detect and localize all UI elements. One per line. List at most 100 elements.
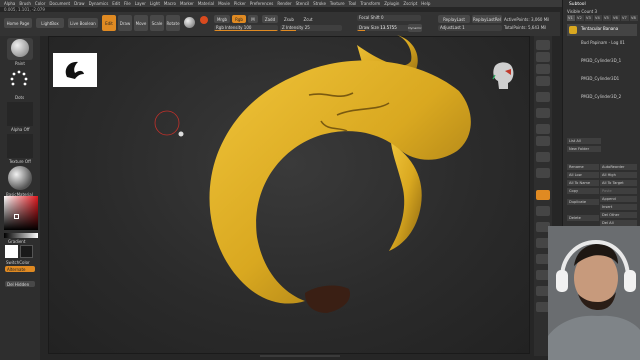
zcut-button[interactable]: Zcut bbox=[300, 15, 316, 23]
menu-item-help[interactable]: Help bbox=[421, 1, 430, 6]
shelf-button-bpr[interactable] bbox=[536, 40, 550, 50]
home-page-button[interactable]: Home Page bbox=[4, 18, 32, 28]
menu-item-alpha[interactable]: Alpha bbox=[4, 1, 15, 6]
draw-button[interactable]: Draw bbox=[118, 15, 132, 31]
menu-item-draw[interactable]: Draw bbox=[74, 1, 84, 6]
brush-thumbnail[interactable] bbox=[7, 38, 33, 60]
menu-item-dynamics[interactable]: Dynamics bbox=[89, 1, 109, 6]
rename-button[interactable]: Rename bbox=[567, 164, 599, 170]
insert-button[interactable]: Insert bbox=[600, 204, 637, 210]
subtool-item[interactable]: PM3D_Cylinder3D_2 bbox=[567, 94, 637, 104]
color-picker[interactable] bbox=[4, 196, 38, 230]
subtool-title[interactable]: Subtool bbox=[569, 2, 586, 7]
zsub-button[interactable]: Zsub bbox=[281, 15, 297, 23]
switch-color-button[interactable]: SwitchColor bbox=[6, 260, 30, 265]
subtool-slot-v2[interactable]: V2 bbox=[576, 15, 584, 21]
color-swatch-icon[interactable] bbox=[200, 16, 208, 24]
shelf-button-move[interactable] bbox=[536, 206, 550, 216]
menu-item-texture[interactable]: Texture bbox=[330, 1, 345, 6]
live-boolean-button[interactable]: Live Boolean bbox=[68, 18, 98, 28]
stroke-thumbnail[interactable] bbox=[8, 69, 32, 93]
menu-item-zscript[interactable]: Zscript bbox=[403, 1, 417, 6]
menu-item-color[interactable]: Color bbox=[35, 1, 45, 6]
list-all-button[interactable]: List All bbox=[567, 138, 601, 144]
menu-item-light[interactable]: Light bbox=[150, 1, 160, 6]
banana-model[interactable] bbox=[177, 31, 487, 323]
focal-shift-slider[interactable]: Focal Shift 0 bbox=[357, 15, 421, 21]
canvas-scroll-indicator[interactable] bbox=[260, 354, 340, 358]
duplicate-button[interactable]: Duplicate bbox=[567, 199, 599, 205]
menu-item-document[interactable]: Document bbox=[49, 1, 70, 6]
material-sphere[interactable] bbox=[8, 166, 32, 190]
delete-button[interactable]: Delete bbox=[567, 215, 599, 221]
menu-item-render[interactable]: Render bbox=[277, 1, 291, 6]
rgb-button[interactable]: Rgb bbox=[232, 15, 246, 23]
menu-item-picker[interactable]: Picker bbox=[234, 1, 246, 6]
subtool-item[interactable]: PM3D_Cylinder3D1 bbox=[567, 76, 637, 86]
subtool-item[interactable]: PM3D_Cylinder3D_1 bbox=[567, 58, 637, 68]
zadd-button[interactable]: Zadd bbox=[262, 15, 278, 23]
shelf-button-spix[interactable] bbox=[536, 52, 550, 62]
navigation-head[interactable] bbox=[489, 59, 517, 93]
menu-item-layer[interactable]: Layer bbox=[135, 1, 146, 6]
copy-button[interactable]: Copy bbox=[567, 188, 599, 194]
subtool-slot-v3[interactable]: V3 bbox=[585, 15, 593, 21]
shelf-button-xyz[interactable] bbox=[536, 168, 550, 178]
mrgb-button[interactable]: Mrgb bbox=[214, 15, 230, 23]
document-canvas[interactable] bbox=[48, 35, 530, 354]
shelf-button-actual[interactable] bbox=[536, 76, 550, 86]
subtool-slot-v8[interactable]: V8 bbox=[630, 15, 638, 21]
replay-last-rel-button[interactable]: ReplayLastRel bbox=[472, 15, 502, 23]
menu-item-marker[interactable]: Marker bbox=[180, 1, 194, 6]
menu-item-edit[interactable]: Edit bbox=[112, 1, 120, 6]
shelf-button-local[interactable] bbox=[536, 136, 550, 146]
texture-thumbnail[interactable] bbox=[7, 134, 33, 158]
subtool-slot-v1[interactable]: V1 bbox=[567, 15, 575, 21]
append-button[interactable]: Append bbox=[600, 196, 637, 202]
menu-item-stencil[interactable]: Stencil bbox=[296, 1, 310, 6]
menu-item-movie[interactable]: Movie bbox=[218, 1, 230, 6]
subtool-slot-v7[interactable]: V7 bbox=[621, 15, 629, 21]
auto-reorder-button[interactable]: AutoReorder bbox=[600, 164, 637, 170]
shelf-button-aahalf[interactable] bbox=[536, 92, 550, 102]
material-sphere-icon[interactable] bbox=[184, 17, 195, 28]
del-hidden-button[interactable]: Del Hidden bbox=[5, 281, 35, 287]
menu-item-macro[interactable]: Macro bbox=[164, 1, 176, 6]
all-to-name-button[interactable]: All To Name bbox=[567, 180, 599, 186]
menu-item-material[interactable]: Material bbox=[198, 1, 214, 6]
main-color-swatch[interactable] bbox=[5, 245, 18, 258]
m-button[interactable]: M bbox=[248, 15, 258, 23]
all-to-target-button[interactable]: All To Target bbox=[600, 180, 637, 186]
subtool-slot-v4[interactable]: V4 bbox=[594, 15, 602, 21]
del-other-button[interactable]: Del Other bbox=[600, 212, 637, 218]
paste-button[interactable]: Paste bbox=[600, 188, 637, 194]
lightbox-button[interactable]: LightBox bbox=[36, 18, 64, 28]
shelf-button-lsym[interactable] bbox=[536, 152, 550, 162]
all-high-button[interactable]: All High bbox=[600, 172, 637, 178]
shelf-button-floor[interactable] bbox=[536, 124, 550, 134]
menu-item-preferences[interactable]: Preferences bbox=[250, 1, 274, 6]
shelf-button-persp[interactable] bbox=[536, 108, 550, 118]
menu-item-tool[interactable]: Tool bbox=[349, 1, 357, 6]
new-folder-button[interactable]: New Folder bbox=[567, 146, 601, 152]
menu-item-file[interactable]: File bbox=[124, 1, 131, 6]
menu-item-zplugin[interactable]: Zplugin bbox=[384, 1, 399, 6]
subtool-slot-v5[interactable]: V5 bbox=[603, 15, 611, 21]
subtool-item[interactable]: Bud Papinam - Log 01 bbox=[567, 40, 637, 50]
menu-item-brush[interactable]: Brush bbox=[19, 1, 31, 6]
menu-item-transform[interactable]: Transform bbox=[360, 1, 380, 6]
scale-button[interactable]: Scale bbox=[150, 15, 164, 31]
alternate-button[interactable]: Alternate bbox=[5, 266, 35, 272]
subtool-item-active[interactable]: Tentacular Banana bbox=[567, 24, 637, 36]
rotate-button[interactable]: Rotate bbox=[166, 15, 180, 31]
alpha-thumbnail[interactable] bbox=[7, 102, 33, 126]
edit-button[interactable]: Edit bbox=[102, 15, 116, 31]
all-low-button[interactable]: All Low bbox=[567, 172, 599, 178]
gradient-bar[interactable] bbox=[4, 233, 38, 238]
subtool-slot-v6[interactable]: V6 bbox=[612, 15, 620, 21]
secondary-color-swatch[interactable] bbox=[20, 245, 33, 258]
move-button[interactable]: Move bbox=[134, 15, 148, 31]
shelf-button-frame[interactable] bbox=[536, 190, 550, 200]
shelf-button-zoom[interactable] bbox=[536, 64, 550, 74]
replay-last-button[interactable]: ReplayLast bbox=[438, 15, 470, 23]
